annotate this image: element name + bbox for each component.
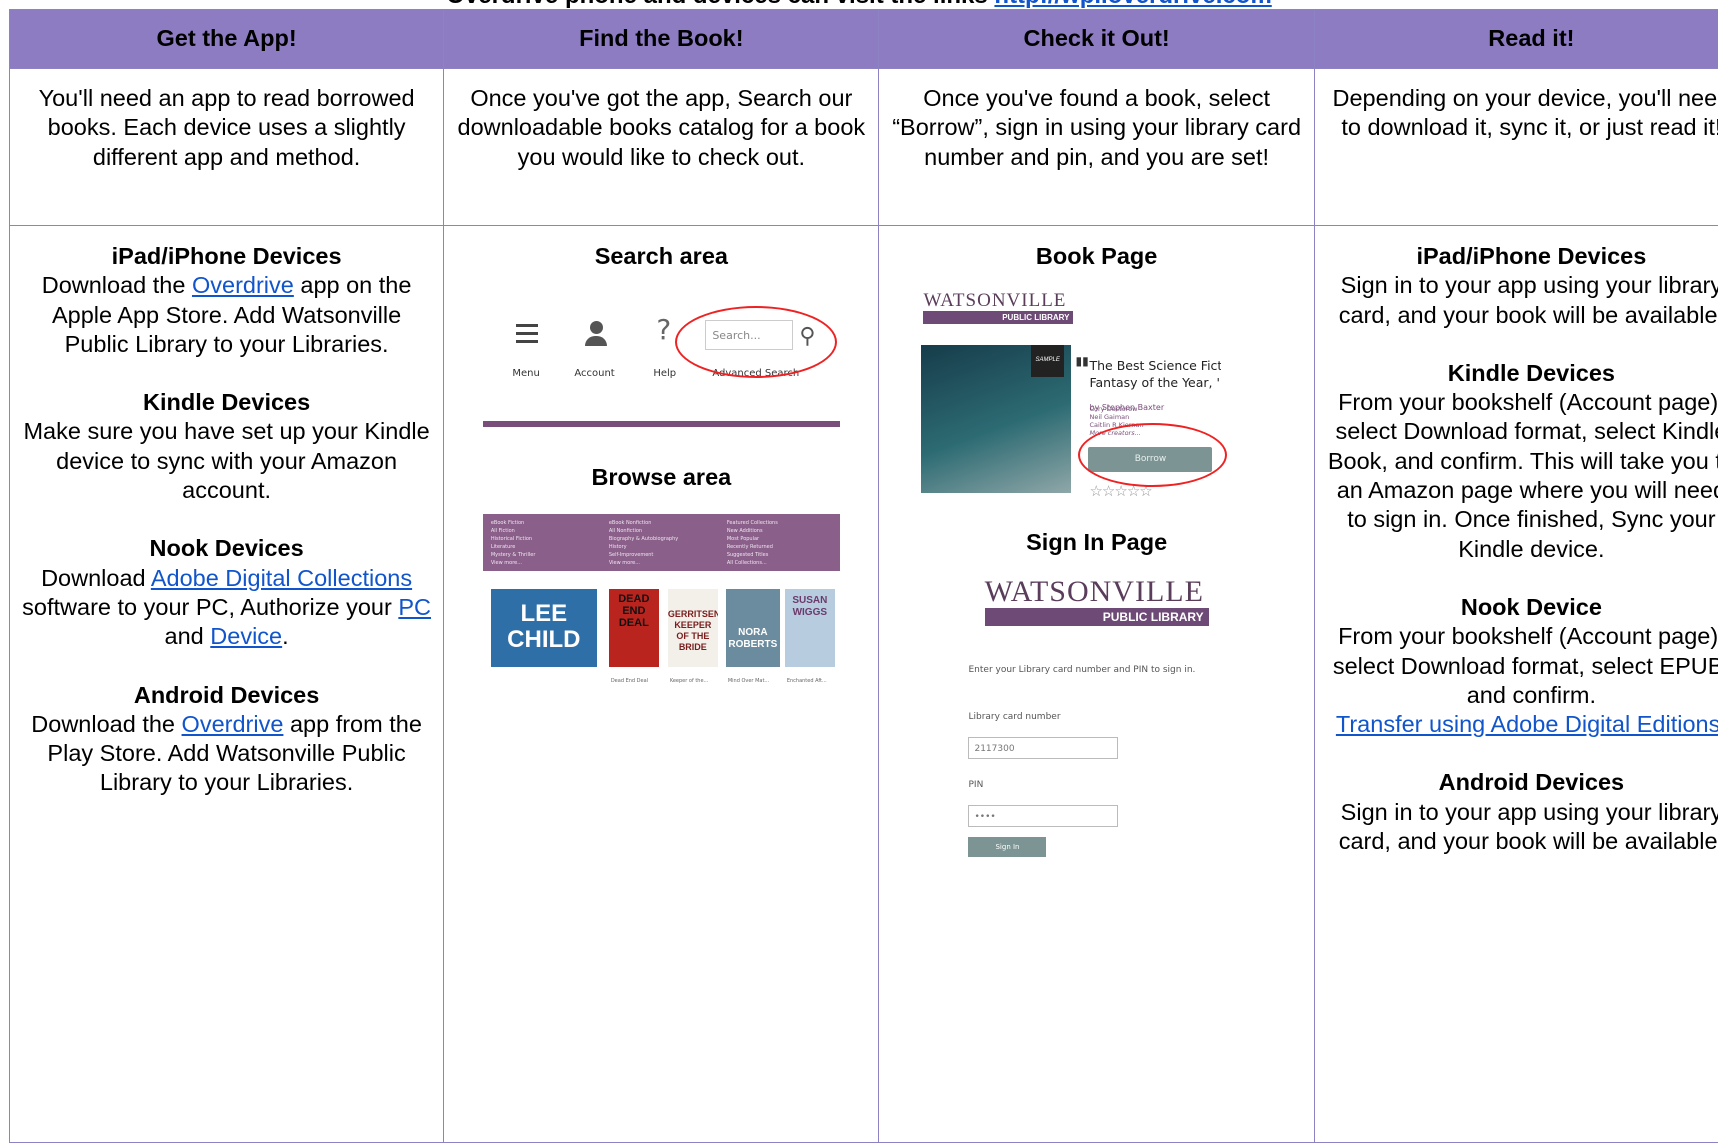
read-nook-text: From your bookshelf (Account page), sele… — [1327, 622, 1718, 710]
search-area-screenshot: Menu Account ? Help Search... ⚲ Advanced… — [481, 271, 841, 391]
browse-col-fiction: eBook FictionAll FictionHistorical Ficti… — [491, 519, 536, 567]
read-android-title: Android Devices — [1327, 768, 1718, 797]
account-icon — [585, 321, 607, 346]
book-page-screenshot: SAMPLE ▮▮ The Best Science FictFantasy o… — [921, 335, 1231, 500]
cover-caption: Keeper of the... — [670, 667, 708, 696]
overdrive-play-store-link[interactable]: Overdrive — [182, 711, 284, 737]
cover-caption: Dead End Deal — [611, 667, 648, 696]
intro-line-text: Overdrive phone and devices can visit th… — [446, 0, 994, 9]
book-cover: GERRITSEN KEEPER OF THE BRIDE — [668, 589, 718, 667]
find-book-cell: Search area Menu Account ? Help Search..… — [444, 226, 879, 1143]
browse-col-nonfiction: eBook NonfictionAll NonfictionBiography … — [609, 519, 678, 567]
header-read-it: Read it! — [1314, 10, 1718, 69]
book-cover: NORA ROBERTS — [726, 589, 780, 667]
read-nook-link-line: Transfer using Adobe Digital Editions. — [1327, 710, 1718, 739]
android-text-pre: Download the — [31, 711, 181, 737]
ipad-text-pre: Download the — [42, 272, 192, 298]
header-find-the-book: Find the Book! — [444, 10, 879, 69]
read-nook-title: Nook Device — [1327, 593, 1718, 622]
annotation-ring — [675, 306, 837, 378]
overdrive-site-link[interactable]: http://wpl.overdrive.com — [994, 0, 1271, 9]
overdrive-apple-link[interactable]: Overdrive — [192, 272, 294, 298]
authorize-pc-link[interactable]: PC — [398, 594, 431, 620]
annotation-ring — [1078, 423, 1227, 487]
read-it-cell: iPad/iPhone Devices Sign in to your app … — [1314, 226, 1718, 1143]
nook-text-post: . — [282, 623, 289, 649]
read-android-text: Sign in to your app using your library c… — [1327, 798, 1718, 857]
android-title: Android Devices — [22, 681, 431, 710]
book-page-title: Book Page — [891, 242, 1301, 271]
android-text: Download the Overdrive app from the Play… — [22, 710, 431, 798]
intro-read-it: Depending on your device, you'll need to… — [1314, 69, 1718, 226]
ipad-title: iPad/iPhone Devices — [22, 242, 431, 271]
intro-find-the-book: Once you've got the app, Search our down… — [444, 69, 879, 226]
help-label: Help — [653, 359, 676, 388]
cover-caption: Mind Over Mat... — [728, 667, 769, 696]
new-additions-screenshot: New Additions View more... LEE CHILD DEA… — [483, 579, 840, 675]
authorize-device-link[interactable]: Device — [210, 623, 282, 649]
sign-in-instructions: Enter your Library card number and PIN t… — [968, 656, 1208, 685]
nook-text-pre: Download — [41, 565, 151, 591]
sign-in-form-screenshot: Enter your Library card number and PIN t… — [968, 656, 1208, 858]
read-kindle-title: Kindle Devices — [1327, 359, 1718, 388]
header-get-the-app: Get the App! — [10, 10, 444, 69]
sign-in-page-title: Sign In Page — [891, 528, 1301, 557]
detail-row: iPad/iPhone Devices Download the Overdri… — [10, 226, 1718, 1143]
book-cover: LEE CHILD — [491, 589, 597, 667]
nook-title: Nook Devices — [22, 534, 431, 563]
book-title-text: The Best Science FictFantasy of the Year… — [1089, 357, 1221, 391]
check-out-cell: Book Page WATSONVILLE PUBLIC LIBRARY SAM… — [879, 226, 1314, 1143]
intro-get-the-app: You'll need an app to read borrowed book… — [10, 69, 444, 226]
intro-check-it-out: Once you've found a book, select “Borrow… — [879, 69, 1314, 226]
read-kindle-text: From your bookshelf (Account page), sele… — [1327, 388, 1718, 564]
ipad-text: Download the Overdrive app on the Apple … — [22, 271, 431, 359]
book-icon: ▮▮ — [1075, 347, 1088, 376]
book-cover: DEAD END DEAL — [609, 589, 659, 667]
kindle-title: Kindle Devices — [22, 388, 431, 417]
read-ipad-text: Sign in to your app using your library c… — [1327, 271, 1718, 330]
menu-icon — [516, 324, 538, 348]
search-area-title: Search area — [456, 242, 866, 271]
read-ipad-title: iPad/iPhone Devices — [1327, 242, 1718, 271]
card-number-field: 2117300 — [968, 737, 1118, 759]
book-cover: SUSAN WIGGS — [785, 589, 835, 667]
watsonville-logo-small: WATSONVILLE PUBLIC LIBRARY — [923, 291, 1073, 327]
sign-in-button: Sign In — [968, 837, 1046, 857]
menu-label: Menu — [512, 359, 539, 388]
watsonville-logo-large: WATSONVILLE PUBLIC LIBRARY — [985, 576, 1209, 626]
intro-line: Overdrive phone and devices can visit th… — [0, 0, 1718, 8]
account-label: Account — [574, 359, 614, 388]
browse-menu-screenshot: eBook FictionAll FictionHistorical Ficti… — [483, 514, 840, 571]
cover-caption: Enchanted Aft... — [787, 667, 827, 696]
nook-text-mid1: software to your PC, Authorize your — [22, 594, 398, 620]
get-app-cell: iPad/iPhone Devices Download the Overdri… — [10, 226, 444, 1143]
header-check-it-out: Check it Out! — [879, 10, 1314, 69]
kindle-text: Make sure you have set up your Kindle de… — [22, 417, 431, 505]
browse-col-featured: Featured CollectionsNew AdditionsMost Po… — [727, 519, 778, 567]
header-row: Get the App! Find the Book! Check it Out… — [10, 10, 1718, 69]
nook-text-mid2: and — [165, 623, 211, 649]
adobe-digital-collections-link[interactable]: Adobe Digital Collections — [151, 565, 412, 591]
pin-field: •••• — [968, 805, 1118, 827]
guide-table: Get the App! Find the Book! Check it Out… — [9, 9, 1718, 1143]
intro-row: You'll need an app to read borrowed book… — [10, 69, 1718, 226]
pin-label: PIN — [968, 771, 1208, 800]
card-number-label: Library card number — [968, 703, 1208, 732]
transfer-adobe-link[interactable]: Transfer using Adobe Digital Editions — [1336, 711, 1718, 737]
help-icon: ? — [656, 315, 671, 344]
browse-area-title: Browse area — [456, 463, 866, 492]
nook-text: Download Adobe Digital Collections softw… — [22, 564, 431, 652]
book-cover-image: SAMPLE — [921, 345, 1071, 493]
